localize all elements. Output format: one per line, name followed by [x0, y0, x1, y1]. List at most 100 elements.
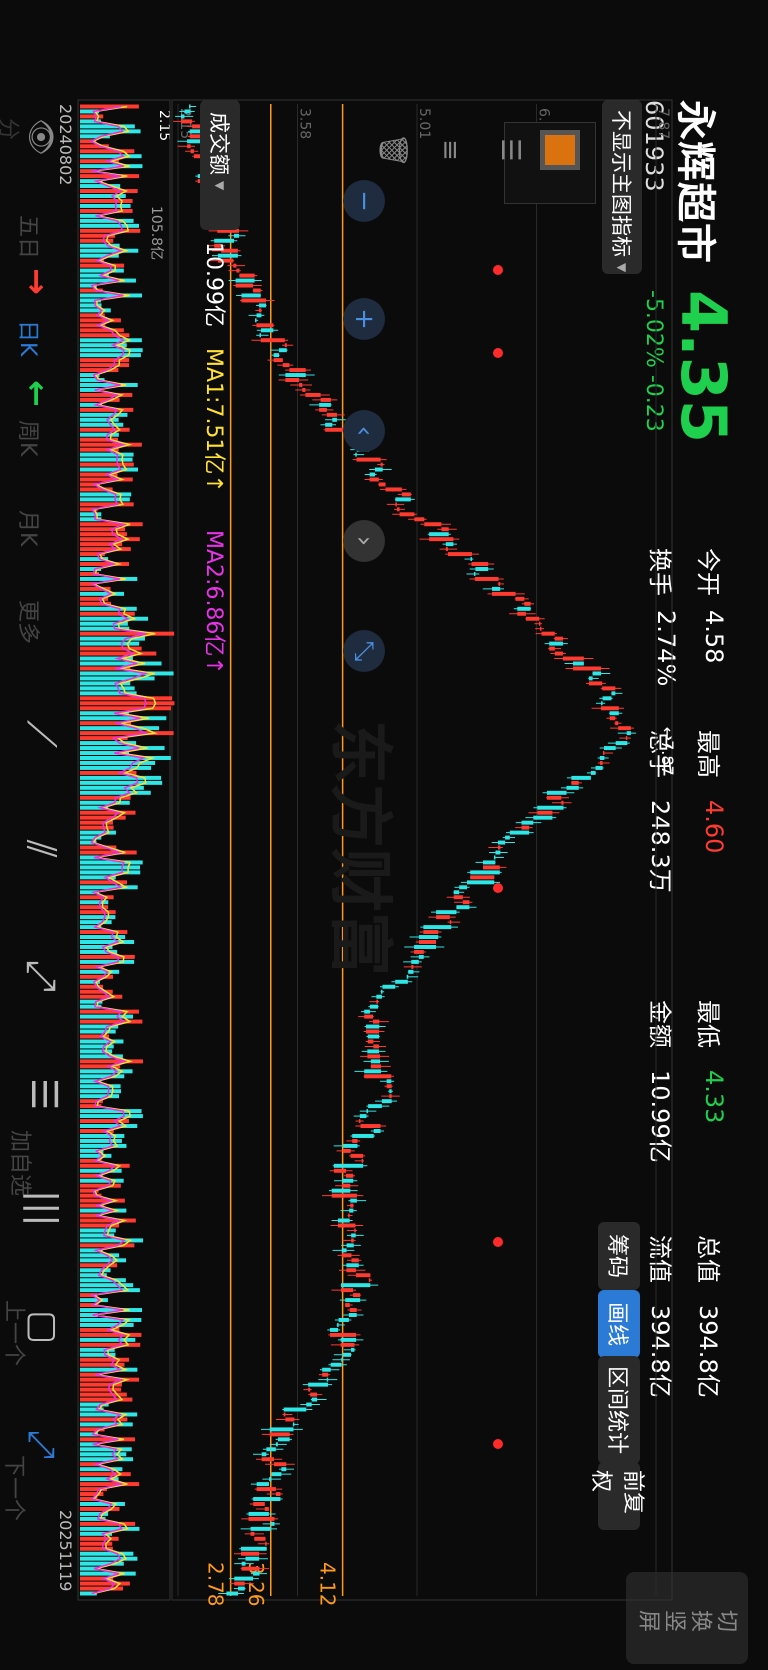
candle-body — [373, 1019, 380, 1024]
volume-indicator-select[interactable]: 成交额 ▼ — [200, 100, 240, 230]
zoom-out-button[interactable]: − — [343, 180, 385, 222]
candle-body — [180, 114, 185, 119]
period-week[interactable]: 周K — [14, 420, 46, 456]
candle-body — [240, 1546, 267, 1551]
volume-bar — [79, 954, 135, 959]
line-width-icon[interactable]: ≡ — [432, 130, 468, 170]
candles — [173, 104, 637, 1596]
candle-body — [493, 855, 496, 860]
scroll-left-button[interactable]: ‹ — [343, 410, 385, 452]
candle-body — [261, 1457, 275, 1462]
line-style-icon[interactable]: ☰ — [492, 130, 528, 170]
candle-body — [332, 417, 337, 422]
candle-body — [250, 1531, 255, 1536]
candle-body — [467, 880, 495, 885]
candle-body — [282, 363, 290, 368]
volume-bar — [80, 223, 139, 228]
candle-body — [364, 1069, 381, 1074]
prev-stock[interactable]: 上一个 — [0, 1300, 32, 1366]
candle-body — [265, 1541, 267, 1546]
period-more[interactable]: 更多 — [14, 600, 46, 644]
candle-body — [521, 820, 534, 825]
candle-body — [333, 1163, 364, 1168]
candle-body — [349, 1208, 354, 1213]
candle-body — [258, 308, 262, 313]
segment-line-tool-icon[interactable]: ⟋ — [18, 720, 64, 748]
candle-body — [346, 1173, 354, 1178]
candle-body — [592, 671, 602, 676]
volume-bar — [79, 895, 114, 900]
volume-bar — [80, 1039, 124, 1044]
candle-body — [462, 900, 470, 905]
candle-body — [337, 1322, 339, 1327]
volume-bar — [80, 1138, 122, 1143]
volume-bar — [79, 1422, 133, 1427]
candle-body — [517, 606, 531, 611]
candle-body — [395, 502, 397, 507]
period-day[interactable]: 日K — [14, 320, 46, 356]
candle-body — [602, 696, 612, 701]
period-five-day[interactable]: 五日 — [14, 215, 46, 259]
volume-bar — [80, 457, 133, 462]
parallel-line-tool-icon[interactable]: ⫽ — [18, 840, 64, 858]
intraday-eye-icon[interactable]: 👁 — [23, 118, 58, 156]
color-swatch[interactable] — [540, 130, 580, 170]
candle-body — [354, 1228, 356, 1233]
candle-body — [367, 1034, 380, 1039]
candle-body — [515, 596, 525, 601]
candle-body — [367, 1049, 379, 1054]
candle-body — [308, 1387, 311, 1392]
anchor-dot — [493, 348, 503, 358]
golden-ratio-tool-icon[interactable]: ☰ — [23, 1078, 64, 1110]
candle-body — [333, 1168, 347, 1173]
candle-body — [374, 467, 383, 472]
watermark: 东方财富 — [322, 720, 396, 976]
volume-bar — [79, 1019, 143, 1024]
candle-body — [470, 875, 495, 880]
candle-body — [345, 1303, 350, 1308]
delete-icon[interactable]: 🗑 — [373, 130, 413, 170]
add-watchlist[interactable]: 加自选 — [6, 1130, 38, 1196]
reset-zoom-button[interactable]: ⤡ — [343, 630, 385, 672]
next-stock[interactable]: 下一个 — [0, 1455, 32, 1521]
zoom-in-button[interactable]: + — [343, 298, 385, 340]
candle-body — [370, 1059, 381, 1064]
candle-body — [411, 964, 414, 969]
candle-body — [184, 109, 191, 114]
volume-bar — [80, 348, 143, 353]
period-month[interactable]: 月K — [14, 510, 46, 546]
volume-bar — [79, 1109, 142, 1114]
candle-body — [373, 1129, 381, 1133]
candle-body — [600, 706, 619, 711]
volume-bar — [80, 746, 165, 751]
candle-body — [406, 974, 409, 979]
candle-body — [395, 497, 411, 502]
candle-body — [588, 681, 603, 686]
columns-tool-icon[interactable]: ||| — [23, 1190, 64, 1226]
volume-bar — [80, 1536, 119, 1541]
volume-bar — [80, 1472, 131, 1477]
scroll-right-button[interactable]: › — [343, 520, 385, 562]
candle-body — [380, 462, 383, 467]
volume-bar — [80, 462, 134, 467]
candle-body — [189, 104, 191, 109]
candle-body — [254, 1536, 266, 1541]
candle-body — [302, 387, 306, 392]
kline-chart[interactable]: 7.876.445.013.582.154.123.262.78←7.872.1… — [0, 0, 768, 1670]
candle-body — [325, 422, 333, 427]
price-panel-frame — [171, 99, 673, 1601]
period-intraday[interactable]: 分 — [0, 118, 26, 140]
volume-bar — [79, 1069, 133, 1074]
candle-body — [423, 930, 439, 935]
candle-body — [245, 1556, 260, 1561]
volume-bar — [80, 1447, 132, 1452]
candle-body — [340, 1283, 371, 1288]
volume-bar — [80, 248, 139, 253]
candle-body — [285, 373, 306, 378]
volume-bar — [80, 696, 172, 701]
candle-body — [381, 1099, 392, 1104]
candle-body — [360, 1124, 381, 1129]
ray-line-tool-icon[interactable]: ⤢ — [18, 960, 64, 992]
candle-body — [341, 1248, 347, 1253]
candle-body — [602, 686, 616, 691]
